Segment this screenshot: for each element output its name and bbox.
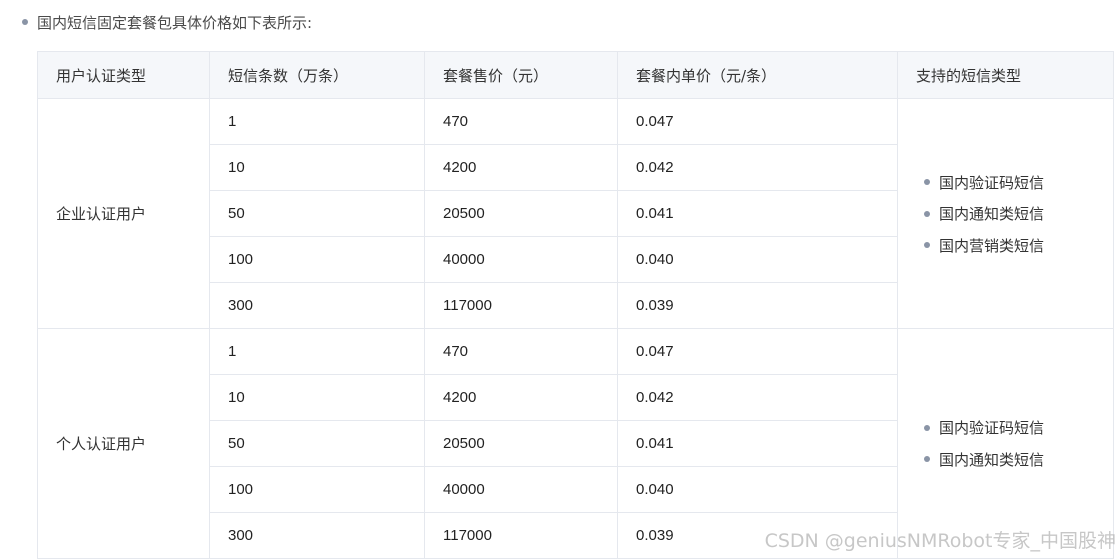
price-table: 用户认证类型 短信条数（万条） 套餐售价（元） 套餐内单价（元/条） 支持的短信… [37,51,1114,559]
bullet-icon [924,242,930,248]
bullet-icon [924,179,930,185]
header-package-price: 套餐售价（元） [424,51,618,99]
unit-price-cell: 0.041 [617,420,898,467]
sms-count-cell: 300 [209,512,425,559]
package-price-cell: 4200 [424,374,618,421]
sms-count-cell: 1 [209,98,425,145]
sms-type-label: 国内通知类短信 [939,205,1045,223]
sms-type-label: 国内验证码短信 [939,173,1045,192]
bullet-icon [924,210,930,217]
unit-price-cell: 0.042 [617,374,898,421]
user-type-cell: 个人认证用户 [37,328,210,559]
header-sms-types: 支持的短信类型 [897,51,1114,99]
unit-price-cell: 0.047 [617,98,898,145]
sms-count-cell: 50 [209,420,425,467]
package-price-cell: 117000 [424,512,618,559]
sms-count-cell: 10 [209,144,425,191]
package-price-cell: 117000 [424,282,618,329]
unit-price-cell: 0.042 [617,144,898,191]
unit-price-cell: 0.047 [617,328,898,375]
intro-text: 国内短信固定套餐包具体价格如下表所示: [37,13,313,32]
package-price-cell: 4200 [424,144,618,191]
table-row: 个人认证用户 1 470 0.047 国内验证码短信 国内通知类短信 [37,328,1114,559]
header-user-type: 用户认证类型 [37,51,210,99]
unit-price-cell: 0.040 [617,236,898,283]
bullet-icon [924,456,930,463]
bullet-icon [22,19,28,25]
header-unit-price: 套餐内单价（元/条） [617,51,898,99]
sms-types-cell: 国内验证码短信 国内通知类短信 国内营销类短信 [897,98,1114,329]
list-item: 国内通知类短信 [924,198,1113,230]
table-row: 企业认证用户 1 470 0.047 国内验证码短信 国内通知类短信 国内营销类… [37,98,1114,329]
package-price-cell: 470 [424,328,618,375]
package-price-cell: 20500 [424,420,618,467]
sms-type-label: 国内通知类短信 [939,450,1045,469]
sms-type-label: 国内验证码短信 [939,419,1045,438]
package-price-cell: 40000 [424,466,618,513]
sms-count-cell: 300 [209,282,425,329]
package-price-cell: 40000 [424,236,618,283]
package-price-cell: 470 [424,98,618,145]
list-item: 国内验证码短信 [924,166,1113,198]
list-item: 国内验证码短信 [924,412,1113,444]
sms-count-cell: 10 [209,374,425,421]
unit-price-cell: 0.041 [617,190,898,237]
sms-type-list: 国内验证码短信 国内通知类短信 [916,412,1113,475]
sms-count-cell: 1 [209,328,425,375]
unit-price-cell: 0.039 [617,282,898,329]
sms-type-label: 国内营销类短信 [939,236,1045,255]
sms-type-list: 国内验证码短信 国内通知类短信 国内营销类短信 [916,166,1113,261]
bullet-icon [924,424,930,431]
unit-price-cell: 0.040 [617,466,898,513]
header-sms-count: 短信条数（万条） [209,51,425,99]
package-price-cell: 20500 [424,190,618,237]
watermark: CSDN @geniusNMRobot专家_中国股神 [764,530,1116,552]
sms-count-cell: 100 [209,236,425,283]
list-item: 国内营销类短信 [924,229,1113,261]
user-type-cell: 企业认证用户 [37,98,210,329]
table-header-row: 用户认证类型 短信条数（万条） 套餐售价（元） 套餐内单价（元/条） 支持的短信… [37,51,1114,99]
intro-line: 国内短信固定套餐包具体价格如下表所示: [22,10,312,34]
sms-types-cell: 国内验证码短信 国内通知类短信 [897,328,1114,559]
sms-count-cell: 100 [209,466,425,513]
list-item: 国内通知类短信 [924,444,1113,476]
sms-count-cell: 50 [209,190,425,237]
